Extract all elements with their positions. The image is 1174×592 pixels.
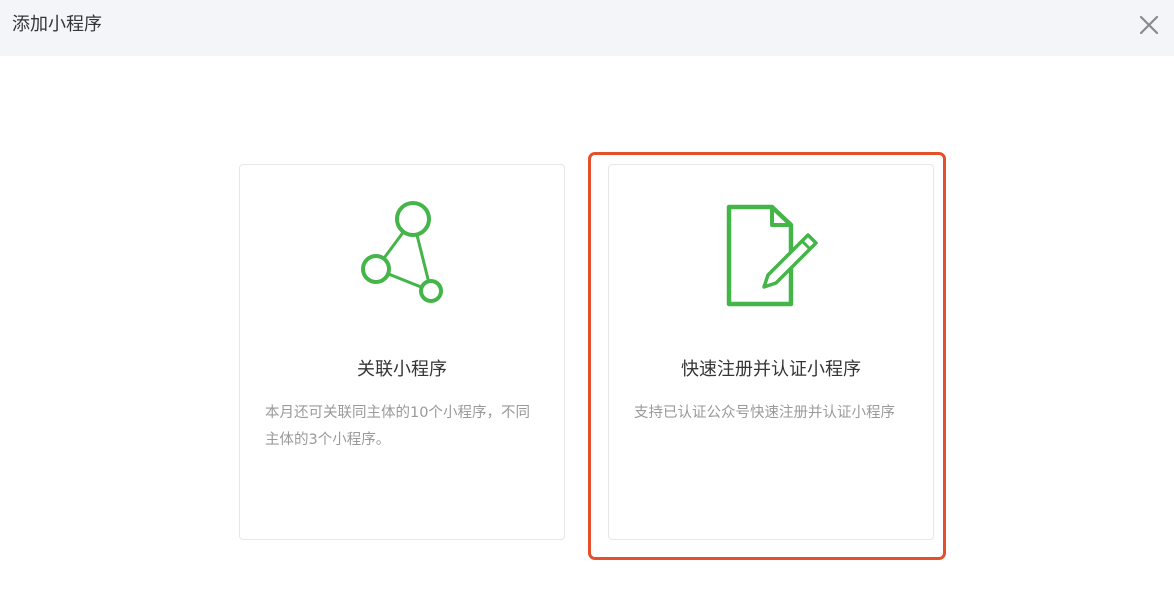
document-edit-icon xyxy=(726,204,818,307)
add-mini-program-dialog: 添加小程序 关联小程序 本月还可关联同主体的10个小程序，不同主体的3个小程序。 xyxy=(0,0,1174,592)
dialog-title: 添加小程序 xyxy=(12,14,102,35)
link-mini-program-title: 关联小程序 xyxy=(357,359,447,380)
close-button[interactable] xyxy=(1136,12,1162,38)
network-link-icon xyxy=(361,201,443,303)
close-icon xyxy=(1139,15,1159,35)
fast-register-title: 快速注册并认证小程序 xyxy=(681,359,861,380)
dialog-header: 添加小程序 xyxy=(0,0,1174,56)
fast-register-card[interactable]: 快速注册并认证小程序 支持已认证公众号快速注册并认证小程序 xyxy=(608,164,934,540)
link-mini-program-card[interactable]: 关联小程序 本月还可关联同主体的10个小程序，不同主体的3个小程序。 xyxy=(239,164,565,540)
link-mini-program-description: 本月还可关联同主体的10个小程序，不同主体的3个小程序。 xyxy=(265,405,530,448)
fast-register-description: 支持已认证公众号快速注册并认证小程序 xyxy=(634,405,895,421)
